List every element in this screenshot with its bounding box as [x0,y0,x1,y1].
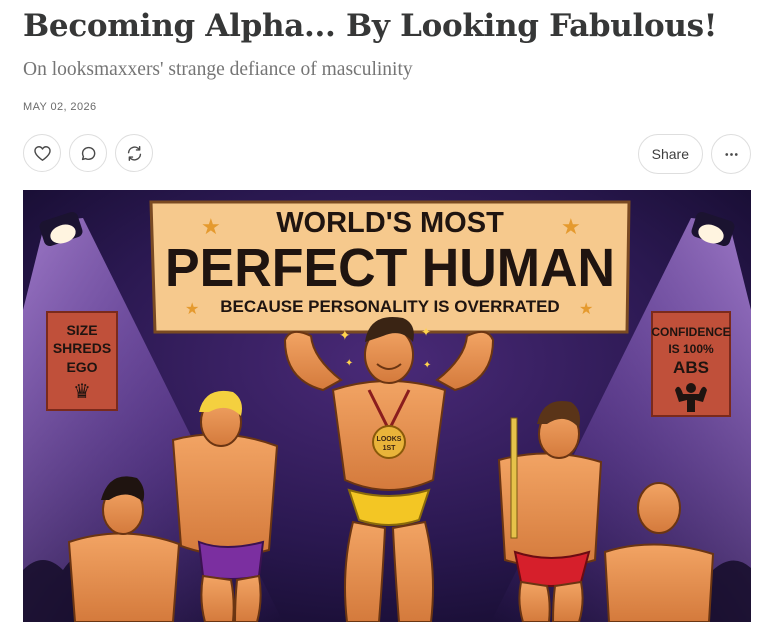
svg-text:✦: ✦ [423,360,431,371]
medal-line-2: 1ST [383,445,397,452]
star-icon: ★ [561,215,581,240]
banner-line-1: WORLD'S MOST [276,207,504,239]
like-button[interactable] [23,134,61,172]
right-sign-line-1: CONFIDENCE [651,325,730,339]
svg-text:✦: ✦ [421,325,431,339]
right-sign-line-3: ABS [673,358,709,377]
hero-illustration: WORLD'S MOST PERFECT HUMAN BECAUSE PERSO… [23,190,751,622]
hero-banner: WORLD'S MOST PERFECT HUMAN BECAUSE PERSO… [149,200,631,334]
post-subtitle: On looksmaxxers' strange defiance of mas… [23,59,413,80]
svg-text:✦: ✦ [339,328,351,344]
right-sign-line-2: IS 100% [668,342,714,356]
star-icon: ★ [579,299,593,318]
restack-button[interactable] [115,134,153,172]
post-date: MAY 02, 2026 [23,101,97,113]
crown-icon: ♛ [73,379,91,403]
post-actions-right: Share [637,134,751,174]
left-sign-line-1: SIZE [66,322,97,338]
comment-button[interactable] [69,134,107,172]
more-dots-icon [724,152,738,156]
restack-icon [127,145,141,161]
banner-line-2: PERFECT HUMAN [165,238,615,298]
medal-line-1: LOOKS [377,436,402,443]
star-icon: ★ [201,215,221,240]
svg-text:✦: ✦ [345,358,353,369]
left-sign-line-3: EGO [66,359,97,375]
more-options-button[interactable] [711,134,751,174]
left-sign: SIZE SHREDS EGO ♛ [46,311,118,411]
heart-icon [33,145,51,161]
post-actions-left [23,134,153,172]
comment-icon [81,146,95,160]
banner-line-3: BECAUSE PERSONALITY IS OVERRATED [220,297,559,316]
post-title: Becoming Alpha... By Looking Fabulous! [23,8,718,44]
hero-image[interactable]: WORLD'S MOST PERFECT HUMAN BECAUSE PERSO… [23,190,751,622]
left-sign-line-2: SHREDS [53,340,111,356]
share-button[interactable]: Share [637,134,703,174]
right-sign: CONFIDENCE IS 100% ABS [651,311,731,417]
star-icon: ★ [185,299,199,318]
